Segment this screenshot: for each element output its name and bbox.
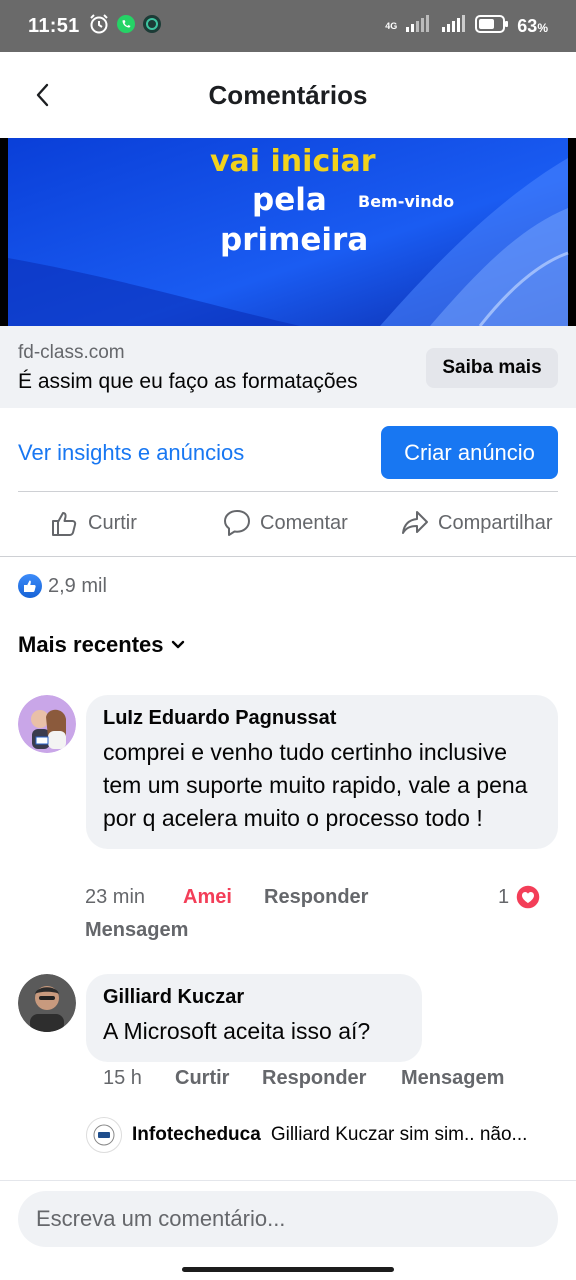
whatsapp-icon [116,14,136,39]
like-comment-button[interactable]: Curtir [175,1067,229,1090]
chevron-down-icon [171,640,184,649]
status-time: 11:51 [28,14,80,37]
comment-author[interactable]: LuIz Eduardo Pagnussat [103,707,542,730]
reply-text: Gilliard Kuczar sim sim.. não... [270,1124,528,1145]
reply-author: Infotecheduca [132,1124,261,1145]
battery-icon [475,14,509,38]
comment-time: 23 min [85,886,146,908]
ad-domain: fd-class.com [18,342,125,363]
avatar[interactable] [18,974,76,1032]
like-reaction-icon [18,574,42,598]
ad-image-text-3: primeira [220,222,369,258]
reactions-count: 2,9 mil [48,574,107,597]
comment-label: Comentar [260,511,348,534]
reactions-summary[interactable]: 2,9 mil [18,574,107,598]
divider [18,491,558,492]
page-title: Comentários [208,79,368,110]
learn-more-button[interactable]: Saiba mais [426,348,558,388]
heart-icon [515,884,541,916]
thumbs-up-icon [52,512,77,536]
ad-link-footer[interactable]: fd-class.com É assim que eu faço as form… [0,326,576,408]
like-label: Curtir [88,511,137,534]
share-icon [402,511,428,534]
ad-image[interactable]: vai iniciar pela primeira Bem-vindo [0,138,576,326]
comment-button[interactable]: Comentar [222,508,348,538]
share-label: Compartilhar [438,511,553,534]
reply-button[interactable]: Responder [262,1067,366,1090]
message-button[interactable]: Mensagem [401,1067,504,1090]
signal-icon [405,14,433,38]
avatar [86,1117,122,1153]
view-insights-link[interactable]: Ver insights e anúncios [18,440,244,466]
reaction-count[interactable]: 1 [498,886,509,909]
like-button[interactable]: Curtir [50,508,137,538]
top-app-bar: Comentários [0,52,576,138]
chevron-left-icon [36,83,49,107]
comment-text: comprei e venho tudo certinho inclusive … [103,739,528,831]
avatar[interactable] [18,695,76,753]
insights-row: Ver insights e anúncios Criar anúncio [0,408,576,490]
ad-image-welcome-text: Bem-vindo [358,192,455,211]
reply-preview[interactable]: Infotecheduca Gilliard Kuczar sim sim.. … [86,1116,566,1154]
network-type: 4G [385,20,398,31]
ad-image-text-2: pela [252,182,327,218]
alarm-icon [88,13,110,40]
post-actions: Curtir Comentar Compartilhar [0,494,576,556]
reply-button[interactable]: Responder [264,886,368,909]
comment-text: A Microsoft aceita isso aí? [103,1018,371,1044]
app-notification-icon [142,14,162,39]
create-ad-button[interactable]: Criar anúncio [381,426,558,479]
comment-input[interactable]: Escreva um comentário... [18,1191,558,1247]
sort-dropdown[interactable]: Mais recentes [18,632,186,658]
status-bar: 11:51 4G 63% [0,0,576,52]
comment-icon [224,510,250,536]
comment-bubble[interactable]: LuIz Eduardo Pagnussat comprei e venho t… [86,695,558,849]
ad-image-text-1: vai iniciar [210,144,376,179]
ad-headline: É assim que eu faço as formatações [18,370,358,393]
battery-percent: 63% [517,15,548,36]
signal-icon-2 [441,14,467,38]
sort-label: Mais recentes [18,632,164,657]
comment-bubble[interactable]: Gilliard Kuczar A Microsoft aceita isso … [86,974,422,1062]
comment-author[interactable]: Gilliard Kuczar [103,986,406,1009]
divider [0,556,576,557]
share-button[interactable]: Compartilhar [400,508,552,538]
compose-bar: Escreva um comentário... [0,1180,576,1280]
love-reaction-button[interactable]: Amei [183,886,232,909]
comment-time: 15 h [103,1067,142,1089]
home-indicator[interactable] [182,1267,394,1272]
message-button[interactable]: Mensagem [85,919,188,942]
back-button[interactable] [28,80,58,110]
